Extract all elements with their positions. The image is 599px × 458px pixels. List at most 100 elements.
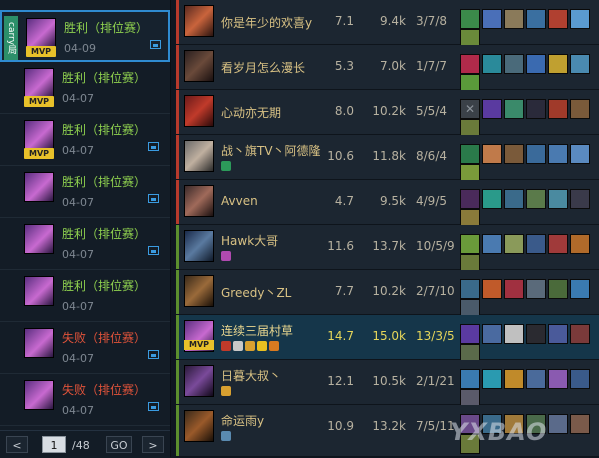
item-icon[interactable] — [526, 144, 546, 164]
player-kda: 5/5/4 — [416, 104, 447, 118]
player-name[interactable]: Hawk大哥 — [221, 232, 278, 249]
item-icon[interactable] — [526, 279, 546, 299]
item-icon[interactable] — [460, 234, 480, 254]
match-item[interactable]: 失败（排位赛） 04-07 — [0, 374, 170, 426]
screenshot-icon[interactable] — [148, 402, 159, 411]
player-damage: 11.8k — [372, 149, 406, 163]
item-icon[interactable] — [504, 234, 524, 254]
item-icon[interactable] — [570, 54, 590, 74]
item-icon[interactable] — [482, 369, 502, 389]
item-icon[interactable] — [482, 99, 502, 119]
item-icon[interactable] — [548, 189, 568, 209]
item-icon[interactable] — [548, 234, 568, 254]
match-item[interactable]: 失败（排位赛） 04-07 — [0, 322, 170, 374]
player-row[interactable]: 日暮大叔丶 12.1 10.5k 2/1/21 — [176, 360, 599, 409]
item-icon[interactable] — [548, 9, 568, 29]
item-icon[interactable] — [504, 324, 524, 344]
player-name[interactable]: 心动亦无期 — [221, 104, 281, 121]
screenshot-icon[interactable] — [150, 40, 161, 49]
item-icon[interactable] — [460, 324, 480, 344]
next-page-button[interactable]: > — [142, 436, 164, 453]
item-icon[interactable] — [460, 189, 480, 209]
shield-badge-icon — [221, 161, 231, 171]
prev-page-button[interactable]: < — [6, 436, 28, 453]
item-icon[interactable] — [482, 9, 502, 29]
item-icon[interactable] — [482, 279, 502, 299]
match-item[interactable]: 胜利（排位赛） 04-07 — [0, 166, 170, 218]
go-button[interactable]: GO — [106, 436, 132, 453]
item-icon[interactable] — [504, 144, 524, 164]
item-icon[interactable] — [570, 279, 590, 299]
player-name[interactable]: 连续三届村草 — [221, 322, 293, 339]
player-row[interactable]: 看岁月怎么漫长 5.3 7.0k 1/7/7 — [176, 45, 599, 94]
screenshot-icon[interactable] — [148, 194, 159, 203]
item-icon[interactable] — [504, 369, 524, 389]
item-icon[interactable] — [570, 9, 590, 29]
match-item[interactable]: 胜利（排位赛） 04-07 — [0, 218, 170, 270]
item-icon[interactable] — [482, 144, 502, 164]
item-icon[interactable] — [482, 189, 502, 209]
item-icon[interactable] — [504, 279, 524, 299]
team-indicator — [176, 360, 179, 404]
screenshot-icon[interactable] — [148, 246, 159, 255]
item-icon[interactable] — [526, 369, 546, 389]
item-icon[interactable] — [548, 324, 568, 344]
item-icon[interactable] — [570, 324, 590, 344]
item-icon[interactable] — [548, 279, 568, 299]
item-icon[interactable] — [570, 369, 590, 389]
player-row[interactable]: Hawk大哥 11.6 13.7k 10/5/9 — [176, 225, 599, 274]
item-icon[interactable] — [504, 99, 524, 119]
team-indicator — [176, 45, 179, 89]
match-item[interactable]: MVP 胜利（排位赛） 04-07 — [0, 114, 170, 166]
item-icon[interactable] — [526, 54, 546, 74]
item-icon[interactable] — [460, 9, 480, 29]
screenshot-icon[interactable] — [148, 142, 159, 151]
player-row[interactable]: Greedy丶ZL 7.7 10.2k 2/7/10 — [176, 270, 599, 319]
item-icon[interactable] — [570, 99, 590, 119]
player-name[interactable]: 看岁月怎么漫长 — [221, 59, 305, 76]
screenshot-icon[interactable] — [148, 350, 159, 359]
player-name[interactable]: Avven — [221, 194, 258, 208]
match-item[interactable]: MVP 胜利（排位赛） 04-07 — [0, 62, 170, 114]
match-item[interactable]: carry局 MVP 胜利（排位赛） 04-09 — [0, 10, 170, 62]
item-icon[interactable] — [570, 144, 590, 164]
item-icon[interactable] — [526, 234, 546, 254]
item-icon[interactable] — [482, 234, 502, 254]
item-icon[interactable] — [460, 369, 480, 389]
player-row-highlighted[interactable]: MVP 连续三届村草 14.7 15.0k 13/3/5 — [176, 315, 599, 364]
item-icon[interactable] — [504, 54, 524, 74]
player-row[interactable]: 心动亦无期 8.0 10.2k 5/5/4 ✕ — [176, 90, 599, 139]
item-icon[interactable] — [570, 234, 590, 254]
item-icon[interactable] — [504, 189, 524, 209]
player-row[interactable]: 你是年少的欢喜y 7.1 9.4k 3/7/8 — [176, 0, 599, 49]
item-icon[interactable] — [570, 189, 590, 209]
match-item[interactable]: 胜利（排位赛） 04-07 — [0, 270, 170, 322]
player-name[interactable]: 命运雨y — [221, 412, 264, 429]
item-icon[interactable] — [526, 99, 546, 119]
champion-avatar — [24, 380, 54, 410]
item-icon[interactable] — [548, 369, 568, 389]
match-result: 胜利（排位赛） — [62, 175, 147, 189]
item-icon[interactable] — [482, 324, 502, 344]
item-icon[interactable] — [482, 54, 502, 74]
item-icon[interactable] — [526, 9, 546, 29]
page-number-input[interactable]: 1 — [42, 436, 66, 453]
item-icon[interactable] — [460, 144, 480, 164]
player-name[interactable]: Greedy丶ZL — [221, 284, 291, 301]
item-icon[interactable] — [548, 54, 568, 74]
item-icon[interactable] — [504, 9, 524, 29]
item-icon[interactable] — [526, 324, 546, 344]
player-name[interactable]: 日暮大叔丶 — [221, 367, 281, 384]
item-icon[interactable] — [548, 99, 568, 119]
player-row[interactable]: Avven 4.7 9.5k 4/9/5 — [176, 180, 599, 229]
item-icon[interactable] — [460, 54, 480, 74]
player-score: 8.0 — [334, 104, 354, 118]
item-icon[interactable] — [460, 279, 480, 299]
player-name[interactable]: 战丶旗TV丶阿德隆 — [221, 142, 321, 159]
star-badge-icon — [257, 341, 267, 351]
item-icon[interactable] — [526, 189, 546, 209]
mvp-badge: MVP — [26, 46, 56, 57]
player-row[interactable]: 战丶旗TV丶阿德隆 10.6 11.8k 8/6/4 — [176, 135, 599, 184]
player-name[interactable]: 你是年少的欢喜y — [221, 14, 312, 31]
item-icon[interactable] — [548, 144, 568, 164]
